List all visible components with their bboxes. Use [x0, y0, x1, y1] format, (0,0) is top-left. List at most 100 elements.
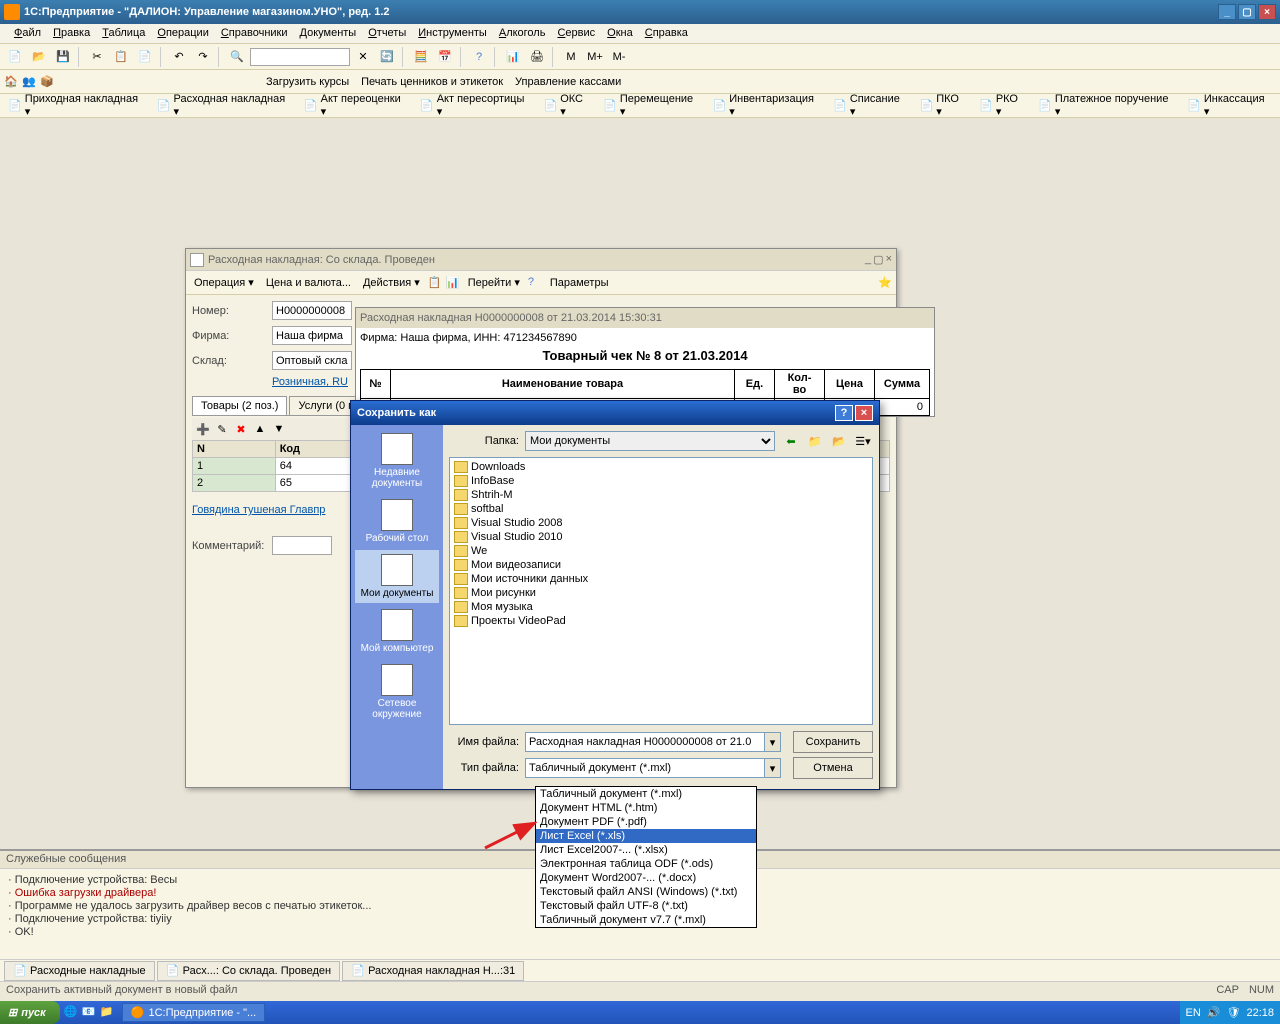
place-item[interactable]: Сетевое окружение: [355, 660, 439, 724]
file-list[interactable]: DownloadsInfoBaseShtrih-MsoftbalVisual S…: [449, 457, 873, 725]
menu-Справка[interactable]: Справка: [639, 24, 694, 43]
m-minus-button[interactable]: M-: [608, 46, 630, 68]
firm-input[interactable]: [272, 326, 352, 345]
new-folder-icon[interactable]: 📂: [829, 432, 849, 450]
file-item[interactable]: Проекты VideoPad: [452, 614, 870, 628]
menu-Алкоголь[interactable]: Алкоголь: [493, 24, 552, 43]
tray-icon[interactable]: 🛡: [1227, 1006, 1241, 1019]
system-tray[interactable]: EN 🔊 🛡 22:18: [1180, 1001, 1280, 1024]
doc-type-button[interactable]: 📄 Приходная накладная ▾: [4, 91, 149, 120]
print-labels-button[interactable]: Печать ценников и этикеток: [357, 74, 507, 90]
maximize-button[interactable]: ▢: [1238, 4, 1256, 20]
home-icon[interactable]: 🏠: [4, 75, 18, 89]
view-icon[interactable]: ☰▾: [853, 432, 873, 450]
add-row-icon[interactable]: ➕: [194, 420, 212, 438]
menu-Сервис[interactable]: Сервис: [551, 24, 601, 43]
file-item[interactable]: Shtrih-M: [452, 488, 870, 502]
filetype-input[interactable]: [525, 758, 781, 778]
ql-icon[interactable]: 🌐: [64, 1005, 80, 1021]
filetype-option[interactable]: Электронная таблица ODF (*.ods): [536, 857, 756, 871]
file-item[interactable]: softbal: [452, 502, 870, 516]
taskbar-item[interactable]: 🟠1С:Предприятие - "...: [122, 1003, 265, 1022]
back-icon[interactable]: ⬅: [781, 432, 801, 450]
filename-input[interactable]: [525, 732, 781, 752]
filetype-option[interactable]: Табличный документ (*.mxl): [536, 787, 756, 801]
menu-Отчеты[interactable]: Отчеты: [362, 24, 412, 43]
paste-icon[interactable]: 📄: [134, 46, 156, 68]
users-icon[interactable]: 👥: [22, 75, 36, 89]
open-icon[interactable]: 📂: [28, 46, 50, 68]
calc-icon[interactable]: 🧮: [410, 46, 432, 68]
doc-type-button[interactable]: 📄 РКО ▾: [975, 91, 1030, 120]
del-row-icon[interactable]: ✖: [232, 420, 250, 438]
menu-Правка[interactable]: Правка: [47, 24, 96, 43]
dialog-help-button[interactable]: ?: [835, 405, 853, 421]
tool-icon[interactable]: 📋: [428, 276, 442, 290]
place-item[interactable]: Мой компьютер: [355, 605, 439, 658]
filetype-option[interactable]: Табличный документ v7.7 (*.mxl): [536, 913, 756, 927]
help-icon[interactable]: ?: [468, 46, 490, 68]
window-tab[interactable]: 📄Расх...: Со склада. Проведен: [157, 961, 340, 981]
file-item[interactable]: Мои рисунки: [452, 586, 870, 600]
save-button[interactable]: Сохранить: [793, 731, 873, 753]
dialog-close-button[interactable]: ×: [855, 405, 873, 421]
doc-close-button[interactable]: ×: [886, 253, 892, 266]
price-menu[interactable]: Цена и валюта...: [262, 275, 355, 291]
file-item[interactable]: We: [452, 544, 870, 558]
box-icon[interactable]: 📦: [40, 75, 54, 89]
m-button[interactable]: M: [560, 46, 582, 68]
load-rates-button[interactable]: Загрузить курсы: [262, 74, 353, 90]
redo-icon[interactable]: ↷: [192, 46, 214, 68]
filetype-option[interactable]: Документ HTML (*.htm): [536, 801, 756, 815]
file-item[interactable]: Visual Studio 2008: [452, 516, 870, 530]
doc-max-button[interactable]: ▢: [873, 253, 883, 266]
search-input[interactable]: [250, 48, 350, 66]
start-button[interactable]: ⊞пуск: [0, 1001, 60, 1024]
star-icon[interactable]: ⭐: [878, 276, 892, 290]
cash-mgmt-button[interactable]: Управление кассами: [511, 74, 625, 90]
clear-icon[interactable]: ✕: [352, 46, 374, 68]
file-item[interactable]: Мои видеозаписи: [452, 558, 870, 572]
calendar-icon[interactable]: 📅: [434, 46, 456, 68]
params-button[interactable]: Параметры: [546, 275, 613, 291]
save-icon[interactable]: 💾: [52, 46, 74, 68]
file-item[interactable]: Downloads: [452, 460, 870, 474]
filetype-option[interactable]: Документ Word2007-... (*.docx): [536, 871, 756, 885]
new-icon[interactable]: 📄: [4, 46, 26, 68]
filename-dropdown-icon[interactable]: ▾: [764, 733, 780, 751]
tab-goods[interactable]: Товары (2 поз.): [192, 396, 287, 415]
filetype-option[interactable]: Текстовый файл ANSI (Windows) (*.txt): [536, 885, 756, 899]
minimize-button[interactable]: _: [1218, 4, 1236, 20]
menu-Таблица[interactable]: Таблица: [96, 24, 151, 43]
up-icon[interactable]: ▲: [251, 420, 269, 438]
help-icon-2[interactable]: ?: [528, 276, 542, 290]
edit-row-icon[interactable]: ✎: [213, 420, 231, 438]
warehouse-input[interactable]: [272, 351, 352, 370]
save-dialog-titlebar[interactable]: Сохранить как ? ×: [351, 401, 879, 425]
number-input[interactable]: [272, 301, 352, 320]
tray-icon[interactable]: 🔊: [1207, 1006, 1221, 1019]
doc-type-button[interactable]: 📄 Списание ▾: [829, 91, 911, 120]
place-item[interactable]: Недавние документы: [355, 429, 439, 493]
menu-Окна[interactable]: Окна: [601, 24, 639, 43]
m-plus-button[interactable]: M+: [584, 46, 606, 68]
down-icon[interactable]: ▼: [270, 420, 288, 438]
filetype-option[interactable]: Документ PDF (*.pdf): [536, 815, 756, 829]
price-type-link[interactable]: Розничная, RU: [272, 376, 348, 388]
ql-icon[interactable]: 📧: [82, 1005, 98, 1021]
filetype-option[interactable]: Текстовый файл UTF-8 (*.txt): [536, 899, 756, 913]
menu-Документы[interactable]: Документы: [294, 24, 363, 43]
doc-min-button[interactable]: _: [865, 253, 871, 266]
chart-icon[interactable]: 📊: [502, 46, 524, 68]
cancel-button[interactable]: Отмена: [793, 757, 873, 779]
print-icon[interactable]: 🖨: [526, 46, 548, 68]
goto-menu[interactable]: Перейти ▾: [464, 274, 524, 291]
filetype-dropdown-icon[interactable]: ▾: [764, 759, 780, 777]
file-item[interactable]: Visual Studio 2010: [452, 530, 870, 544]
doc-type-button[interactable]: 📄 ПКО ▾: [915, 91, 971, 120]
doc-type-button[interactable]: 📄 Перемещение ▾: [599, 91, 704, 120]
doc-type-button[interactable]: 📄 Акт переоценки ▾: [300, 91, 412, 120]
lang-indicator[interactable]: EN: [1186, 1007, 1201, 1019]
actions-menu[interactable]: Действия ▾: [359, 274, 424, 291]
menu-Инструменты[interactable]: Инструменты: [412, 24, 493, 43]
